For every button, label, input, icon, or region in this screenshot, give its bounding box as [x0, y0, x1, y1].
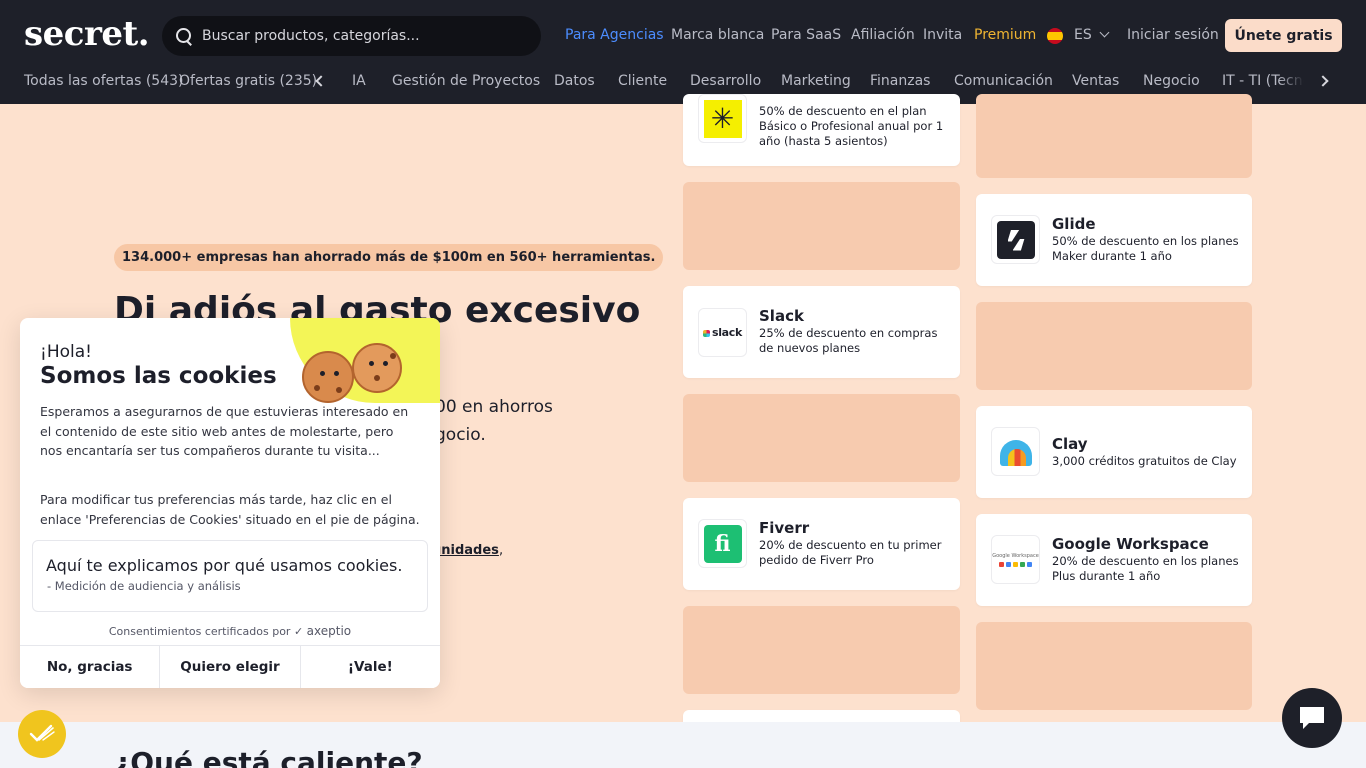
cookie-actions: No, gracias Quiero elegir ¡Vale!	[20, 645, 440, 688]
offer-description: 20% de descuento en los planes Plus dura…	[1052, 554, 1239, 583]
offer-description: 20% de descuento en tu primer pedido de …	[759, 538, 942, 567]
login-link[interactable]: Iniciar sesión	[1127, 27, 1219, 43]
glide-icon	[991, 215, 1040, 264]
nav-invita[interactable]: Invita	[923, 27, 962, 43]
hero-subtitle-line1: 00 en ahorros	[435, 397, 553, 417]
cookie-choose-button[interactable]: Quiero elegir	[160, 646, 301, 688]
axeptio-logo-icon: ✓	[293, 625, 304, 638]
cookie-certified: Consentimientos certificados por ✓ axept…	[20, 624, 440, 638]
card-placeholder	[683, 606, 960, 694]
cookie-decline-button[interactable]: No, gracias	[20, 646, 161, 688]
offer-description: 25% de descuento en compras de nuevos pl…	[759, 326, 938, 355]
offer-description: 3,000 créditos gratuitos de Clay	[1052, 454, 1237, 468]
offer-card-google-workspace[interactable]: Google Workspace Google Workspace 20% de…	[976, 514, 1252, 606]
category-comunicacion[interactable]: Comunicación	[954, 73, 1053, 89]
offer-card-glide[interactable]: Glide 50% de descuento en los planes Mak…	[976, 194, 1252, 286]
cookie-purposes-title: Aquí te explicamos por qué usamos cookie…	[46, 556, 403, 575]
fiverr-icon: fi	[698, 519, 747, 568]
axeptio-brand[interactable]: axeptio	[307, 624, 351, 638]
category-it[interactable]: IT - TI (Tecnología)	[1222, 73, 1304, 89]
card-placeholder	[683, 394, 960, 482]
cookie-body-text: Esperamos a asegurarnos de que estuviera…	[40, 404, 409, 458]
hero-link-comunidades[interactable]: unidades	[432, 543, 499, 558]
chat-button[interactable]	[1282, 688, 1342, 748]
category-marketing[interactable]: Marketing	[781, 73, 851, 89]
category-gestion-proyectos[interactable]: Gestión de Proyectos	[392, 73, 540, 89]
offer-description: 50% de descuento en el plan Básico o Pro…	[759, 104, 944, 148]
category-desarrollo[interactable]: Desarrollo	[690, 73, 761, 89]
card-placeholder	[976, 302, 1252, 390]
search-bar[interactable]	[162, 16, 541, 56]
clay-icon	[991, 427, 1040, 476]
site-logo[interactable]: secret.	[24, 14, 150, 54]
offer-card-slack[interactable]: slack Slack 25% de descuento en compras …	[683, 286, 960, 378]
hot-section: ¿Qué está caliente?	[0, 722, 1366, 768]
tab-free-offers[interactable]: Ofertas gratis (235)	[179, 73, 317, 89]
category-finanzas[interactable]: Finanzas	[870, 73, 930, 89]
offer-name: Fiverr	[759, 519, 810, 537]
card-placeholder	[683, 182, 960, 270]
offer-name: Slack	[759, 307, 804, 325]
nav-para-agencias[interactable]: Para Agencias	[565, 27, 664, 43]
asterisk-icon: ✳	[698, 94, 747, 143]
nav-premium[interactable]: Premium	[974, 27, 1036, 43]
cookie-accept-button[interactable]: ¡Vale!	[300, 646, 440, 688]
tab-all-offers[interactable]: Todas las ofertas (543)	[24, 73, 183, 89]
category-cliente[interactable]: Cliente	[618, 73, 667, 89]
cookie-purposes-box[interactable]: Aquí te explicamos por qué usamos cookie…	[32, 540, 428, 612]
top-header: secret. Para Agencias Marca blanca Para …	[0, 0, 1366, 104]
hero-subtitle-line2: gocio.	[435, 425, 486, 445]
category-ventas[interactable]: Ventas	[1072, 73, 1119, 89]
category-ia[interactable]: IA	[352, 73, 366, 89]
consent-settings-button[interactable]	[18, 710, 66, 758]
category-negocio[interactable]: Negocio	[1143, 73, 1200, 89]
offer-description: 50% de descuento en los planes Maker dur…	[1052, 234, 1239, 263]
language-selector[interactable]: ES	[1074, 27, 1092, 43]
offer-card-first[interactable]: ✳ 50% de descuento en el plan Básico o P…	[683, 94, 960, 166]
category-datos[interactable]: Datos	[554, 73, 595, 89]
nav-afiliacion[interactable]: Afiliación	[851, 27, 915, 43]
slack-icon: slack	[698, 308, 747, 357]
chevron-down-icon[interactable]	[1099, 27, 1110, 38]
cookie-greeting: ¡Hola!	[40, 342, 92, 362]
cookie-preferences-text: Para modificar tus preferencias más tard…	[40, 492, 420, 527]
chat-bubble-icon	[1300, 707, 1324, 729]
spain-flag-icon[interactable]	[1047, 28, 1063, 44]
search-icon	[176, 27, 193, 45]
offer-name: Glide	[1052, 215, 1096, 233]
search-input[interactable]	[202, 28, 522, 44]
offer-name: Clay	[1052, 435, 1088, 453]
offer-card-fiverr[interactable]: fi Fiverr 20% de descuento en tu primer …	[683, 498, 960, 590]
google-workspace-icon: Google Workspace	[991, 535, 1040, 584]
certified-text: Consentimientos certificados por	[108, 625, 291, 638]
hero-comma: ,	[499, 543, 504, 558]
chevron-right-icon[interactable]	[1317, 75, 1329, 87]
cookie-title: Somos las cookies	[40, 363, 277, 389]
cookie-consent-panel: ¡Hola! Somos las cookies Esperamos a ase…	[20, 318, 440, 688]
card-placeholder	[976, 622, 1252, 710]
offer-card-clay[interactable]: Clay 3,000 créditos gratuitos de Clay	[976, 406, 1252, 498]
consent-check-icon	[29, 724, 55, 742]
offer-card-partial[interactable]	[683, 710, 960, 722]
nav-marca-blanca[interactable]: Marca blanca	[671, 27, 764, 43]
nav-para-saas[interactable]: Para SaaS	[771, 27, 841, 43]
offer-name: Google Workspace	[1052, 535, 1209, 553]
signup-button[interactable]: Únete gratis	[1225, 19, 1342, 52]
card-placeholder	[976, 94, 1252, 178]
savings-badge: 134.000+ empresas han ahorrado más de $1…	[114, 244, 664, 271]
cookie-purpose-item: - Medición de audiencia y análisis	[47, 579, 241, 593]
hot-section-title: ¿Qué está caliente?	[114, 746, 423, 768]
